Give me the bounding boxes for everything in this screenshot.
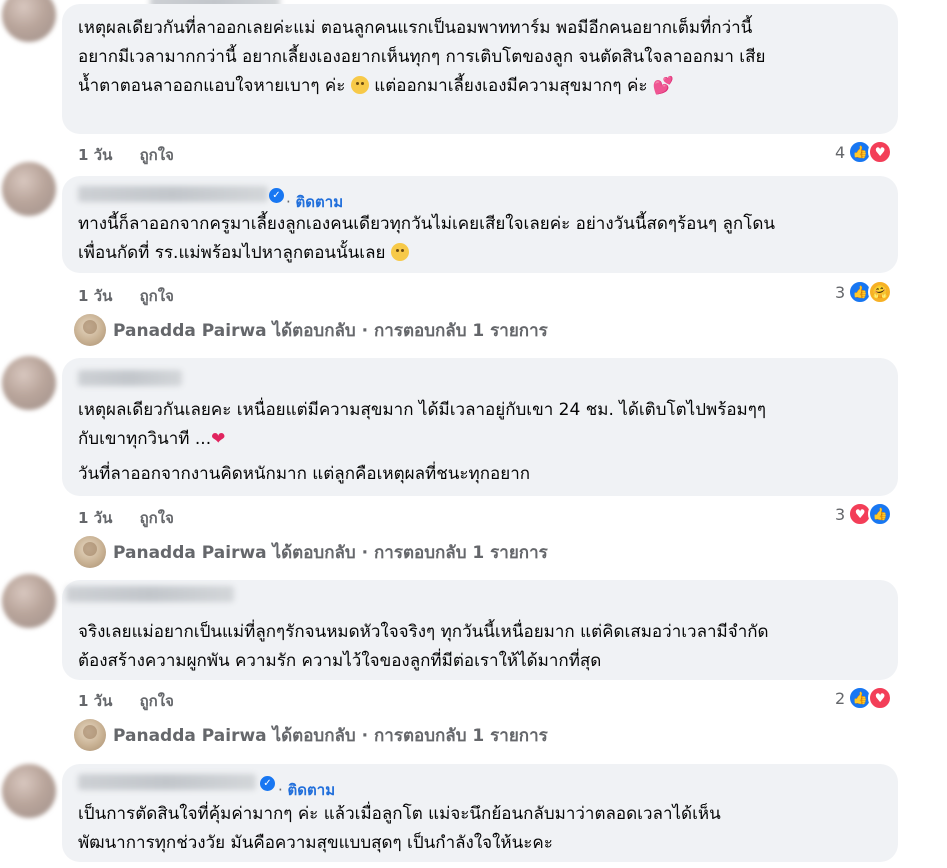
heart-emoji-icon: 💕	[652, 76, 675, 96]
replier-avatar	[74, 314, 106, 346]
verified-badge-icon: ✓	[269, 188, 284, 203]
like-icon: 👍	[868, 502, 893, 526]
comment-text-fragment: กับเขาทุกวินาที ...	[78, 429, 212, 449]
commenter-avatar[interactable]	[2, 356, 56, 410]
reply-summary: Panadda Pairwa ได้ตอบกลับ · การตอบกลับ 1…	[113, 725, 548, 746]
reaction-summary[interactable]: 3 ♥ 👍	[835, 502, 893, 526]
comment-bubble: ✓ · ติดตาม ทางนี้ก็ลาออกจากครูมาเลี้ยงลู…	[62, 176, 898, 273]
verified-badge-icon: ✓	[260, 776, 275, 791]
reaction-count: 3	[835, 504, 846, 524]
reaction-count: 2	[835, 688, 846, 708]
reaction-summary[interactable]: 2 👍 ♥	[835, 686, 893, 710]
commenter-name-redacted	[78, 774, 256, 790]
teary-face-emoji-icon	[350, 76, 369, 94]
comment-timestamp[interactable]: 1 วัน	[78, 284, 112, 308]
reply-summary: Panadda Pairwa ได้ตอบกลับ · การตอบกลับ 1…	[113, 320, 548, 341]
commenter-avatar[interactable]	[2, 0, 56, 42]
comment-text-line: เป็นการตัดสินใจที่คุ้มค่ามากๆ ค่ะ แล้วเม…	[78, 804, 721, 824]
comment-timestamp[interactable]: 1 วัน	[78, 689, 112, 713]
comment-text-fragment: เพื่อนกัดที่ รร.แม่พร้อมไปหาลูกตอนนั้นเล…	[78, 243, 386, 263]
comment-text-line: น้ำตาตอนลาออกแอบใจหายเบาๆ ค่ะ แต่ออกมาเล…	[78, 72, 888, 101]
comment-text-line: จริงเลยแม่อยากเป็นแม่ที่ลูกๆรักจนหมดหัวใ…	[78, 622, 769, 642]
reaction-summary[interactable]: 3 👍 🤗	[835, 280, 893, 304]
comment-timestamp[interactable]: 1 วัน	[78, 506, 112, 530]
like-action-button[interactable]: ถูกใจ	[140, 689, 174, 713]
replier-avatar	[74, 536, 106, 568]
comment-bubble: เหตุผลเดียวกันเลยคะ เหนื่อยแต่มีความสุขม…	[62, 358, 898, 496]
comment-actions: 1 วัน ถูกใจ	[78, 143, 174, 167]
commenter-avatar[interactable]	[2, 764, 56, 818]
comment-bubble: ✓ · ติดตาม เป็นการตัดสินใจที่คุ้มค่ามากๆ…	[62, 764, 898, 862]
comment-text-line: อยากมีเวลามากกว่านี้ อยากเลี้ยงเองอยากเห…	[78, 47, 766, 67]
commenter-avatar[interactable]	[2, 574, 56, 628]
view-replies-link[interactable]: Panadda Pairwa ได้ตอบกลับ · การตอบกลับ 1…	[74, 536, 548, 568]
comment-text-line: กับเขาทุกวินาที ...❤	[78, 425, 888, 454]
comment-text-line: พัฒนาการทุกช่วงวัย มันคือความสุขแบบสุดๆ …	[78, 833, 553, 853]
view-replies-link[interactable]: Panadda Pairwa ได้ตอบกลับ · การตอบกลับ 1…	[74, 314, 548, 346]
reaction-count: 3	[835, 282, 846, 302]
commenter-avatar[interactable]	[2, 162, 56, 216]
like-action-button[interactable]: ถูกใจ	[140, 506, 174, 530]
comment-text-fragment: แต่ออกมาเลี้ยงเองมีความสุขมากๆ ค่ะ	[374, 76, 648, 96]
view-replies-link[interactable]: Panadda Pairwa ได้ตอบกลับ · การตอบกลับ 1…	[74, 719, 548, 751]
comment-text-line: ทางนี้ก็ลาออกจากครูมาเลี้ยงลูกเองคนเดียว…	[78, 214, 775, 234]
comment-bubble: จริงเลยแม่อยากเป็นแม่ที่ลูกๆรักจนหมดหัวใ…	[62, 580, 898, 680]
comment-text-fragment: น้ำตาตอนลาออกแอบใจหายเบาๆ ค่ะ	[78, 76, 346, 96]
teary-face-emoji-icon	[390, 243, 409, 261]
comment-timestamp[interactable]: 1 วัน	[78, 143, 112, 167]
heart-emoji-icon: ❤	[211, 429, 226, 449]
follow-label: ติดตาม	[295, 193, 344, 211]
commenter-name-redacted	[78, 186, 268, 202]
comment-actions: 1 วัน ถูกใจ	[78, 284, 174, 308]
comment-actions: 1 วัน ถูกใจ	[78, 689, 174, 713]
reaction-summary[interactable]: 4 👍 ♥	[835, 140, 893, 164]
love-icon: ♥	[868, 686, 893, 710]
like-action-button[interactable]: ถูกใจ	[140, 143, 174, 167]
comment-text-line: เหตุผลเดียวกันที่ลาออกเลยค่ะแม่ ตอนลูกคน…	[78, 18, 753, 38]
commenter-name-redacted	[78, 370, 182, 386]
like-action-button[interactable]: ถูกใจ	[140, 284, 174, 308]
reply-summary: Panadda Pairwa ได้ตอบกลับ · การตอบกลับ 1…	[113, 542, 548, 563]
comment-bubble: เหตุผลเดียวกันที่ลาออกเลยค่ะแม่ ตอนลูกคน…	[62, 4, 898, 134]
care-icon: 🤗	[868, 280, 893, 304]
comment-text-line: เพื่อนกัดที่ รร.แม่พร้อมไปหาลูกตอนนั้นเล…	[78, 239, 888, 268]
follow-label: ติดตาม	[287, 781, 336, 799]
comment-text-line: ต้องสร้างความผูกพัน ความรัก ความไว้ใจของ…	[78, 651, 602, 671]
love-icon: ♥	[868, 140, 893, 164]
commenter-name-redacted	[66, 586, 234, 602]
comment-actions: 1 วัน ถูกใจ	[78, 506, 174, 530]
comment-text-line: เหตุผลเดียวกันเลยคะ เหนื่อยแต่มีความสุขม…	[78, 400, 767, 420]
reaction-count: 4	[835, 142, 846, 162]
comment-text-line: วันที่ลาออกจากงานคิดหนักมาก แต่ลูกคือเหต…	[78, 464, 531, 484]
replier-avatar	[74, 719, 106, 751]
